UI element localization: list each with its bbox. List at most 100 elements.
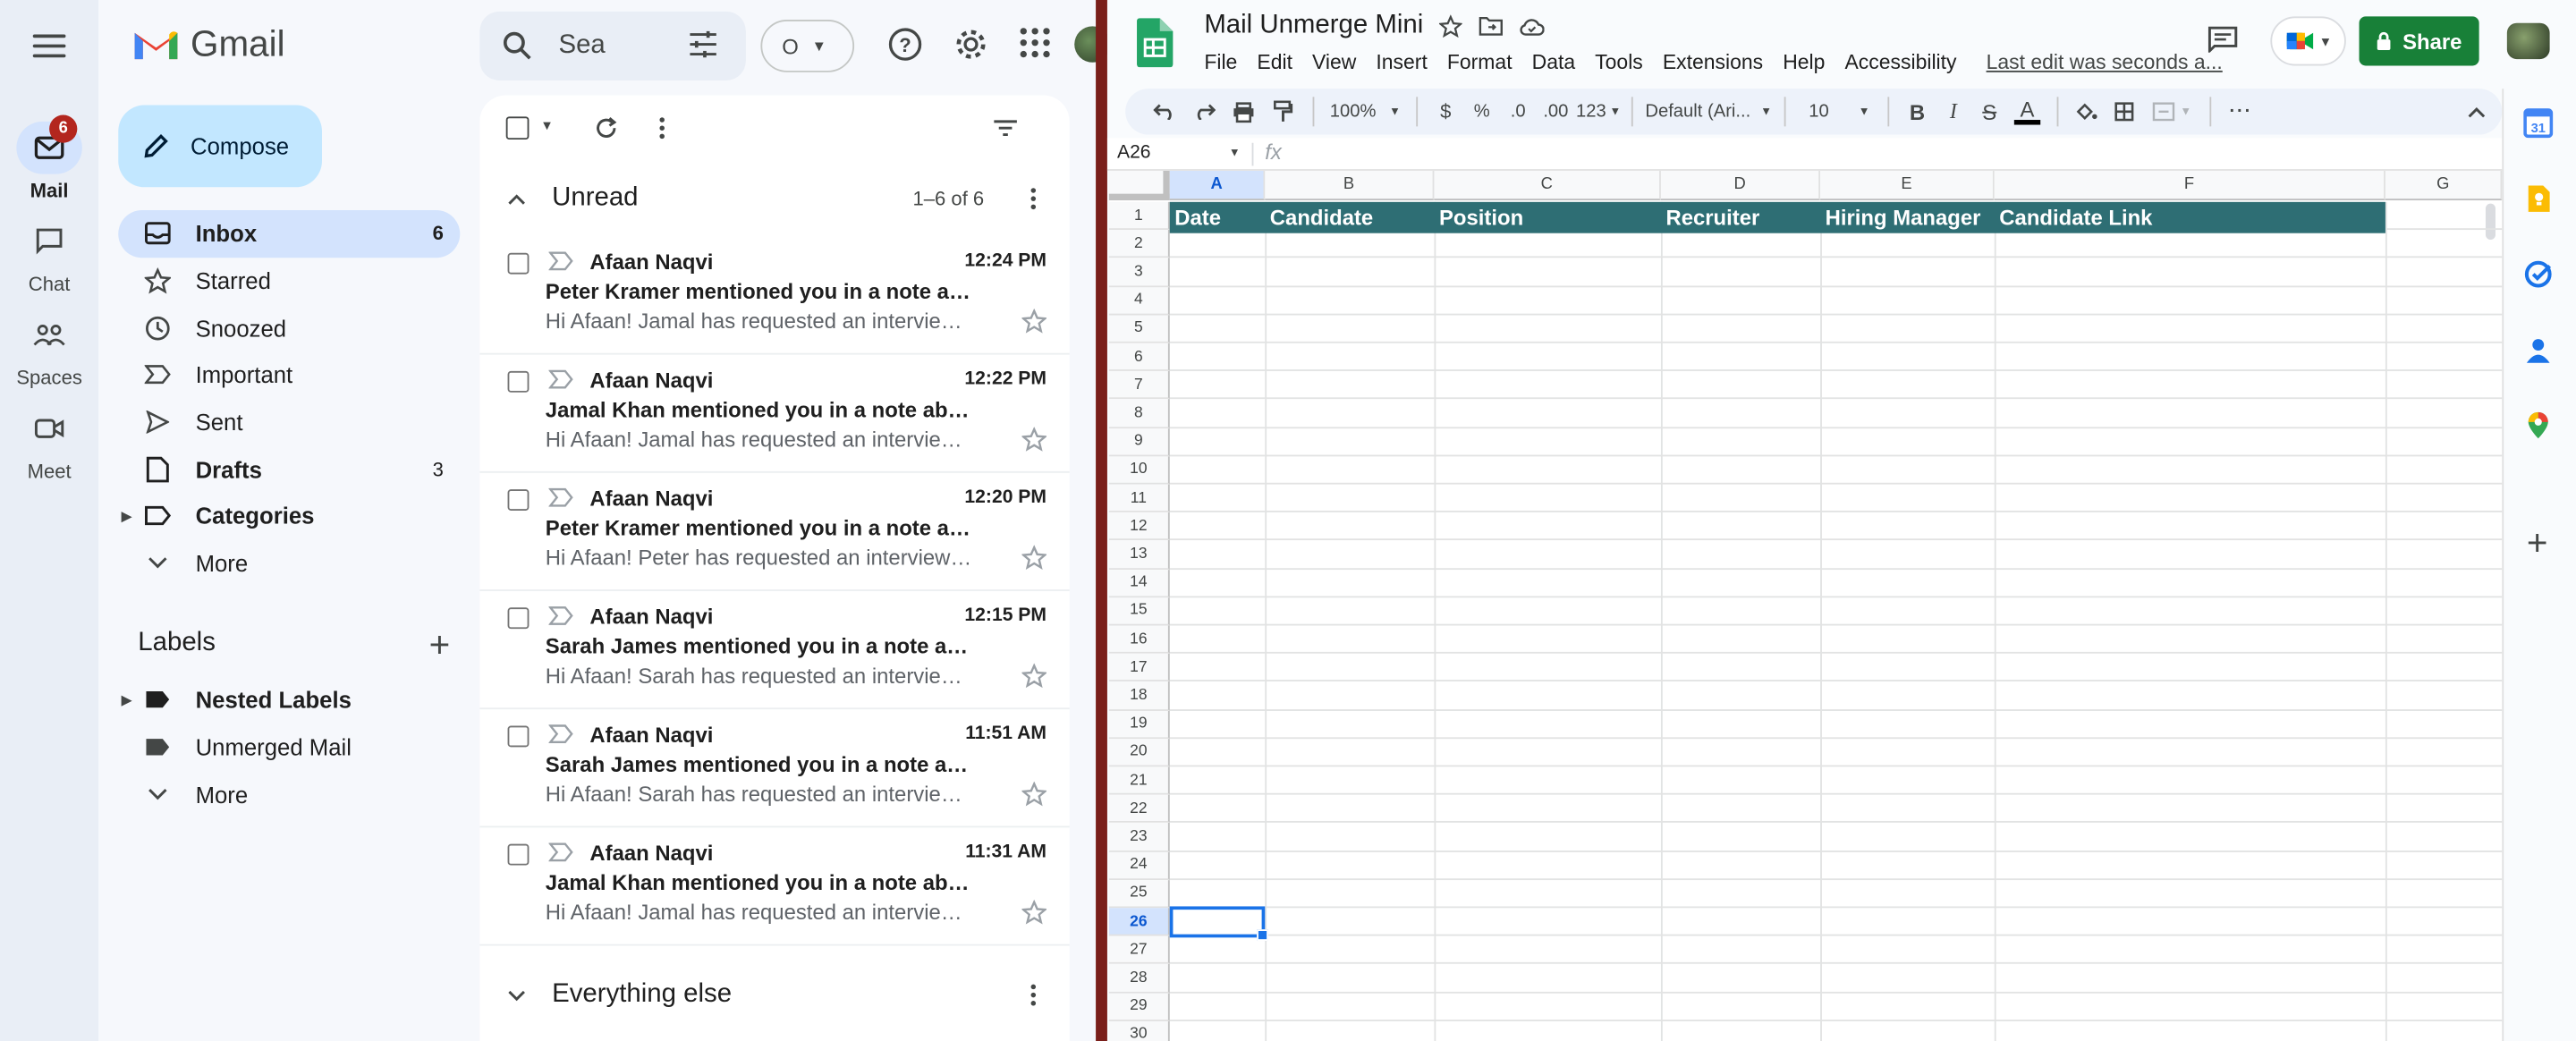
row-header[interactable]: 7 [1108, 371, 1170, 400]
search-icon[interactable] [503, 31, 532, 61]
status-selector[interactable]: O ▼ [760, 20, 855, 72]
calendar-icon[interactable]: 31 [2523, 108, 2554, 139]
decrease-decimal-button[interactable]: .0 [1500, 89, 1536, 134]
maps-icon[interactable] [2523, 410, 2553, 440]
row-header[interactable]: 26 [1108, 908, 1170, 936]
email-checkbox[interactable] [507, 607, 530, 630]
gmail-logo[interactable]: Gmail [131, 23, 285, 66]
select-dropdown-icon[interactable]: ▼ [540, 118, 554, 133]
add-label-icon[interactable]: + [429, 624, 451, 667]
borders-icon[interactable] [2105, 89, 2144, 134]
bold-icon[interactable]: B [1899, 89, 1935, 134]
email-checkbox[interactable] [507, 489, 530, 511]
row-header[interactable]: 2 [1108, 230, 1170, 258]
row-header[interactable]: 3 [1108, 258, 1170, 287]
account-avatar[interactable] [2506, 22, 2550, 60]
contacts-icon[interactable] [2523, 335, 2553, 365]
row-header[interactable]: 10 [1108, 456, 1170, 485]
nav-drafts[interactable]: Drafts 3 [118, 445, 460, 493]
menu-insert[interactable]: Insert [1376, 51, 1427, 74]
font-select[interactable]: Default (Ari... ▼ [1643, 89, 1775, 134]
row-header[interactable]: 18 [1108, 681, 1170, 711]
menu-tools[interactable]: Tools [1595, 51, 1643, 74]
header-cell[interactable]: Recruiter [1661, 202, 1820, 233]
add-addon-icon[interactable]: + [2527, 522, 2548, 565]
sheets-logo-icon[interactable] [1137, 18, 1174, 68]
label-unmerged-mail[interactable]: Unmerged Mail [118, 724, 460, 771]
importance-marker-icon[interactable] [548, 369, 574, 389]
importance-marker-icon[interactable] [548, 487, 574, 507]
nav-categories[interactable]: ▶ Categories [118, 493, 460, 540]
merge-cells-icon[interactable]: ▼ [2144, 89, 2199, 134]
email-checkbox[interactable] [507, 370, 530, 393]
row-header[interactable]: 19 [1108, 710, 1170, 739]
star-icon[interactable] [1021, 427, 1046, 452]
header-cell[interactable]: Candidate Link [1995, 202, 2385, 233]
strikethrough-icon[interactable]: S [1971, 89, 2007, 134]
column-header[interactable]: D [1660, 170, 1821, 200]
section-menu-icon[interactable] [1030, 984, 1037, 1007]
row-header[interactable]: 23 [1108, 823, 1170, 852]
zoom-select[interactable]: 100% ▼ [1324, 89, 1406, 134]
select-all-checkbox[interactable] [505, 116, 530, 140]
search-input[interactable]: Sea [558, 31, 605, 61]
select-all-corner[interactable] [1108, 170, 1170, 200]
column-header[interactable]: E [1820, 170, 1995, 200]
row-header[interactable]: 13 [1108, 540, 1170, 570]
header-cell[interactable]: Hiring Manager [1820, 202, 1995, 233]
star-icon[interactable] [1021, 663, 1046, 689]
header-cell[interactable]: Date [1170, 202, 1266, 233]
expand-icon[interactable] [479, 989, 552, 1001]
nav-important[interactable]: Important [118, 351, 460, 399]
row-header[interactable]: 20 [1108, 738, 1170, 767]
email-row[interactable]: Afaan Naqvi 12:15 PM Sarah James mentioned… [479, 591, 1070, 710]
nav-snoozed[interactable]: Snoozed [118, 304, 460, 351]
vertical-scrollbar[interactable] [2485, 203, 2496, 241]
section-menu-icon[interactable] [1030, 187, 1037, 210]
importance-marker-icon[interactable] [548, 605, 574, 625]
cloud-status-icon[interactable] [1521, 17, 1546, 35]
main-menu-icon[interactable] [30, 28, 69, 63]
row-header[interactable]: 4 [1108, 286, 1170, 316]
refresh-icon[interactable] [593, 115, 619, 141]
row-header[interactable]: 27 [1108, 935, 1170, 965]
row-header[interactable]: 15 [1108, 597, 1170, 626]
move-folder-icon[interactable] [1479, 16, 1504, 36]
more-vert-icon[interactable] [659, 116, 665, 140]
email-checkbox[interactable] [507, 725, 530, 748]
row-header[interactable]: 12 [1108, 512, 1170, 541]
nav-inbox[interactable]: Inbox 6 [118, 210, 461, 258]
document-title[interactable]: Mail Unmerge Mini [1204, 12, 1423, 41]
help-icon[interactable]: ? [887, 26, 923, 62]
row-header[interactable]: 28 [1108, 964, 1170, 993]
print-icon[interactable] [1224, 89, 1263, 134]
compose-button[interactable]: Compose [118, 105, 322, 188]
search-options-icon[interactable] [687, 30, 720, 59]
nav-starred[interactable]: Starred [118, 258, 460, 305]
paint-format-icon[interactable] [1263, 89, 1302, 134]
row-header[interactable]: 21 [1108, 766, 1170, 795]
star-icon[interactable] [1439, 14, 1463, 38]
expand-arrow-icon[interactable]: ▶ [122, 509, 131, 524]
column-header[interactable]: G [2385, 170, 2503, 200]
expand-arrow-icon[interactable]: ▶ [122, 692, 131, 707]
menu-edit[interactable]: Edit [1257, 51, 1292, 74]
email-row[interactable]: Afaan Naqvi 11:31 AM Jamal Khan mentioned … [479, 827, 1070, 946]
selected-cell[interactable] [1169, 906, 1268, 942]
currency-format-button[interactable]: $ [1428, 89, 1463, 134]
column-header[interactable]: F [1994, 170, 2385, 200]
row-header[interactable]: 16 [1108, 625, 1170, 655]
collapse-icon[interactable] [479, 193, 552, 205]
text-color-icon[interactable]: A [2007, 89, 2046, 134]
apps-grid-icon[interactable] [1019, 26, 1052, 59]
importance-marker-icon[interactable] [548, 842, 574, 862]
window-divider[interactable] [1096, 0, 1107, 1041]
column-header[interactable]: B [1265, 170, 1435, 200]
comment-icon[interactable] [2207, 26, 2238, 53]
nav-sent[interactable]: Sent [118, 399, 460, 446]
rail-meet[interactable]: Meet [0, 402, 98, 483]
menu-file[interactable]: File [1204, 51, 1237, 74]
keep-icon[interactable] [2523, 184, 2553, 214]
email-checkbox[interactable] [507, 252, 530, 275]
row-header[interactable]: 22 [1108, 794, 1170, 824]
